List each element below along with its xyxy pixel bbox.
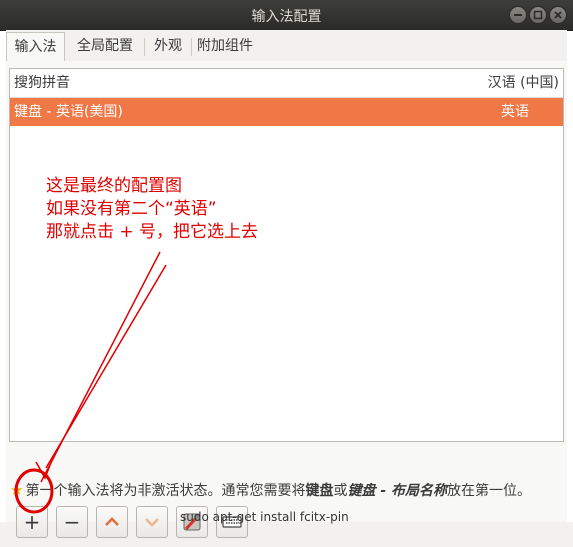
close-icon (554, 11, 562, 19)
tab-panel-input-method: 搜狗拼音 汉语 (中国) 键盘 - 英语(美国) 英语 ★ 第一个输入法将为非激活… (6, 61, 567, 538)
input-method-list[interactable]: 搜狗拼音 汉语 (中国) 键盘 - 英语(美国) 英语 (9, 68, 564, 442)
title-bar: 输入法配置 (0, 0, 573, 31)
remove-input-method-button[interactable]: − (56, 506, 88, 538)
maximize-button[interactable] (529, 6, 547, 24)
input-method-name: 键盘 - 英语(美国) (14, 104, 123, 120)
chevron-up-icon (105, 517, 119, 526)
window-title: 输入法配置 (251, 9, 322, 25)
chevron-down-icon (145, 518, 159, 527)
minimize-button[interactable] (509, 6, 527, 24)
input-method-language: 汉语 (中国) (487, 75, 559, 91)
star-icon: ★ (10, 481, 24, 499)
annotation-line: 那就点击 + 号，把它选上去 (46, 222, 259, 242)
move-down-button[interactable] (136, 506, 168, 538)
tab-bar: 输入法 全局配置 外观 附加组件 (6, 32, 567, 62)
add-input-method-button[interactable]: + (16, 506, 48, 538)
annotation-line: 这是最终的配置图 (46, 176, 182, 196)
input-method-config-window: 输入法 全局配置 外观 附加组件 搜狗拼音 汉语 (中国) 键盘 - 英语(美国… (6, 30, 567, 538)
tab-addons[interactable]: 附加组件 (192, 32, 258, 60)
annotation-line: 如果没有第二个“英语” (46, 199, 217, 219)
input-method-language: 英语 (501, 104, 529, 120)
tab-global-config[interactable]: 全局配置 (66, 32, 144, 60)
info-text-prefix: 第一个输入法将为非激活状态。通常您需要将 (25, 483, 306, 499)
minimize-icon (514, 14, 522, 16)
info-text: ★ 第一个输入法将为非激活状态。通常您需要将键盘或键盘 - 布局名称放在第一位。 (10, 480, 531, 500)
move-up-button[interactable] (96, 506, 128, 538)
info-text-bold-keyboard: 键盘 (305, 483, 334, 499)
tab-appearance[interactable]: 外观 (145, 32, 191, 60)
list-row-keyboard-english[interactable]: 键盘 - 英语(美国) 英语 (10, 98, 563, 126)
tab-input-method[interactable]: 输入法 (6, 32, 65, 62)
info-text-bold-layout: 键盘 - 布局名称 (347, 483, 448, 499)
background-window-right (567, 30, 573, 522)
maximize-icon (533, 10, 543, 20)
input-method-name: 搜狗拼音 (14, 75, 70, 91)
list-row-sogou[interactable]: 搜狗拼音 汉语 (中国) (10, 69, 563, 98)
info-text-suffix: 放在第一位。 (447, 483, 532, 499)
annotation-text: 这是最终的配置图 如果没有第二个“英语” 那就点击 + 号，把它选上去 (46, 175, 258, 244)
info-text-or: 或 (333, 483, 348, 499)
close-button[interactable] (549, 6, 567, 24)
